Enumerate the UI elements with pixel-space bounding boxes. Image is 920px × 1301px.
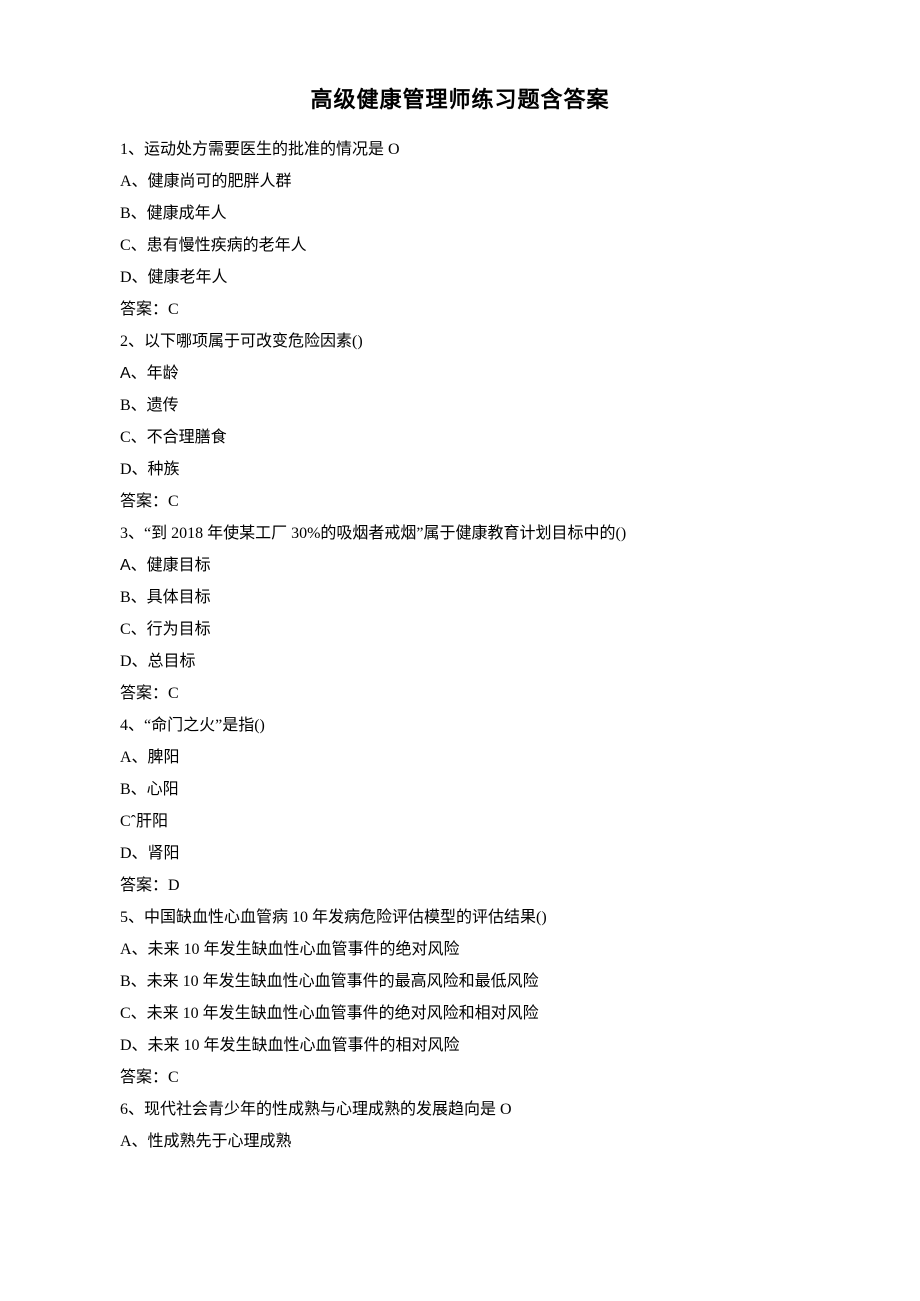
text-line: 1、运动处方需要医生的批准的情况是 O [120,134,800,166]
text-line: D、未来 10 年发生缺血性心血管事件的相对风险 [120,1030,800,1062]
text-line: D、健康老年人 [120,262,800,294]
text-line: C、患有慢性疾病的老年人 [120,230,800,262]
document-body: 1、运动处方需要医生的批准的情况是 OA、健康尚可的肥胖人群B、健康成年人C、患… [120,134,800,1158]
text-line: Cˆ肝阳 [120,806,800,838]
text-line: A、年龄 [120,358,800,390]
text-line: 答案：C [120,294,800,326]
text-line: D、种族 [120,454,800,486]
text-line: C、不合理膳食 [120,422,800,454]
text-line: 4、“命门之火”是指() [120,710,800,742]
text-line: C、行为目标 [120,614,800,646]
text-line: C、未来 10 年发生缺血性心血管事件的绝对风险和相对风险 [120,998,800,1030]
text-line: A、健康目标 [120,550,800,582]
text-line: B、心阳 [120,774,800,806]
text-line: 答案：D [120,870,800,902]
text-line: A、健康尚可的肥胖人群 [120,166,800,198]
text-line: B、具体目标 [120,582,800,614]
text-line: 答案：C [120,486,800,518]
text-line: B、健康成年人 [120,198,800,230]
page-title: 高级健康管理师练习题含答案 [120,78,800,122]
text-line: 5、中国缺血性心血管病 10 年发病危险评估模型的评估结果() [120,902,800,934]
text-line: D、总目标 [120,646,800,678]
text-line: 3、“到 2018 年使某工厂 30%的吸烟者戒烟”属于健康教育计划目标中的() [120,518,800,550]
text-line: A、未来 10 年发生缺血性心血管事件的绝对风险 [120,934,800,966]
text-line: 6、现代社会青少年的性成熟与心理成熟的发展趋向是 O [120,1094,800,1126]
text-line: 2、以下哪项属于可改变危险因素() [120,326,800,358]
text-line: B、未来 10 年发生缺血性心血管事件的最高风险和最低风险 [120,966,800,998]
text-line: D、肾阳 [120,838,800,870]
text-line: A、性成熟先于心理成熟 [120,1126,800,1158]
text-line: A、脾阳 [120,742,800,774]
text-line: 答案：C [120,1062,800,1094]
text-line: B、遗传 [120,390,800,422]
text-line: 答案：C [120,678,800,710]
